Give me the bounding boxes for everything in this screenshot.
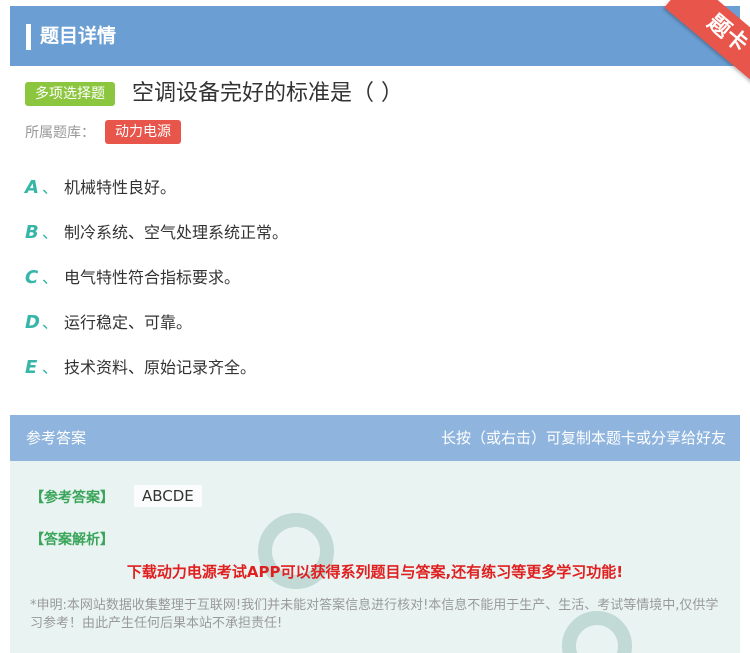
option-text: 电气特性符合指标要求。 bbox=[64, 268, 241, 287]
answer-section-body: 【参考答案】 ABCDE 【答案解析】 下载动力电源考试APP可以获得系列题目与… bbox=[10, 461, 740, 653]
share-hint: 长按（或右击）可复制本题卡或分享给好友 bbox=[440, 429, 726, 447]
question-type-badge: 多项选择题 bbox=[25, 82, 115, 106]
disclaimer-text: *申明:本网站数据收集整理于互联网!我们并未能对答案信息进行核对!本信息不能用于… bbox=[30, 598, 719, 631]
app-promo-link[interactable]: 下载动力电源考试APP可以获得系列题目与答案,还有练习等更多学习功能! bbox=[10, 561, 740, 582]
page-title: 题目详情 bbox=[40, 25, 117, 47]
question-text: 空调设备完好的标准是（ ） bbox=[132, 81, 403, 106]
option-letter: C bbox=[25, 267, 39, 288]
option-text: 运行稳定、可靠。 bbox=[64, 313, 193, 332]
option-letter: A bbox=[25, 177, 39, 198]
header-accent-bar bbox=[26, 24, 31, 50]
ribbon-label: 题卡 bbox=[664, 0, 750, 90]
option-separator: 、 bbox=[42, 268, 59, 287]
option-text: 制冷系统、空气处理系统正常。 bbox=[64, 223, 289, 242]
option-separator: 、 bbox=[42, 178, 59, 197]
answer-section-title: 参考答案 bbox=[26, 429, 87, 447]
option-separator: 、 bbox=[42, 313, 59, 332]
answer-section-header: 参考答案 长按（或右击）可复制本题卡或分享给好友 bbox=[10, 415, 740, 461]
option-letter: E bbox=[25, 357, 38, 378]
explanation-label: 【答案解析】 bbox=[30, 532, 114, 548]
option-separator: 、 bbox=[42, 223, 59, 242]
answer-value[interactable]: ABCDE bbox=[134, 485, 202, 507]
bank-tag[interactable]: 动力电源 bbox=[105, 120, 181, 144]
option-text: 机械特性良好。 bbox=[64, 178, 177, 197]
option-letter: D bbox=[25, 312, 40, 333]
option-letter: B bbox=[25, 222, 39, 243]
corner-ribbon: 题卡 bbox=[640, 0, 750, 90]
option-text: 技术资料、原始记录齐全。 bbox=[64, 358, 257, 377]
option-separator: 、 bbox=[42, 358, 59, 377]
bank-label: 所属题库： bbox=[25, 125, 95, 141]
page-header: 题目详情 bbox=[10, 6, 740, 66]
answer-label: 【参考答案】 bbox=[30, 490, 114, 506]
